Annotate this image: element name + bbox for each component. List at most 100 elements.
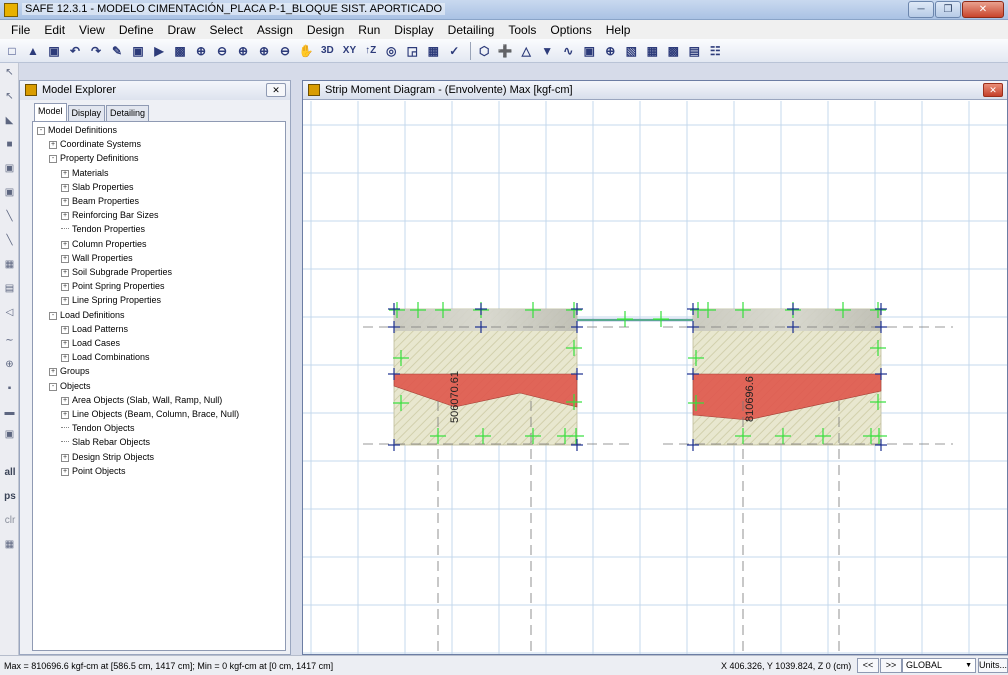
check-icon[interactable]: ✓ <box>445 42 463 60</box>
save-icon[interactable]: ▣ <box>45 42 63 60</box>
point-marker[interactable] <box>617 311 633 327</box>
design-results-icon[interactable]: ▦ <box>643 42 661 60</box>
expand-icon[interactable]: + <box>61 396 69 405</box>
point-marker[interactable] <box>653 311 669 327</box>
tree-item[interactable]: - Property Definitions <box>49 152 139 164</box>
draw-ramp-icon[interactable]: ◁ <box>2 305 17 320</box>
nav-prev-button[interactable]: << <box>857 658 879 673</box>
tree-item[interactable]: + Line Spring Properties <box>61 294 161 306</box>
expand-icon[interactable]: + <box>61 354 69 363</box>
redo-icon[interactable]: ↷ <box>87 42 105 60</box>
tree-item[interactable]: - Load Definitions <box>49 309 125 321</box>
run-icon[interactable]: ▶ <box>150 42 168 60</box>
collapse-icon[interactable]: - <box>49 382 57 391</box>
undo-icon[interactable]: ↶ <box>66 42 84 60</box>
strip-forces-icon[interactable]: ▣ <box>580 42 598 60</box>
zoom-previous-icon[interactable]: ⊕ <box>234 42 252 60</box>
view-z-button[interactable]: ↑Z <box>362 42 379 60</box>
tree-item[interactable]: + Wall Properties <box>61 252 133 264</box>
expand-icon[interactable]: + <box>61 411 69 419</box>
new-file-icon[interactable]: □ <box>3 42 21 60</box>
draw-design-strip-icon[interactable]: ▬ <box>2 405 17 420</box>
tree-item[interactable]: + Column Properties <box>61 238 147 250</box>
tree-item[interactable]: + Slab Properties <box>61 181 134 193</box>
expand-icon[interactable]: + <box>61 169 69 178</box>
pan-icon[interactable]: ✋ <box>297 42 315 60</box>
menu-file[interactable]: File <box>4 23 37 37</box>
menu-view[interactable]: View <box>72 23 112 37</box>
zoom-window-icon[interactable]: ▩ <box>171 42 189 60</box>
deformed-shape-icon[interactable]: ⬡ <box>475 42 493 60</box>
tree-item[interactable]: + Groups <box>49 365 90 377</box>
expand-icon[interactable]: + <box>61 269 69 277</box>
menu-help[interactable]: Help <box>599 23 638 37</box>
tree-item[interactable]: Tendon Properties <box>61 223 145 235</box>
expand-icon[interactable]: + <box>61 297 69 306</box>
tree-item[interactable]: + Materials <box>61 167 109 179</box>
zoom-in-icon[interactable]: ⊕ <box>192 42 210 60</box>
expand-icon[interactable]: + <box>61 198 69 206</box>
model-canvas[interactable]: 506070.61 810696.6 <box>303 101 1007 654</box>
zoom-out-icon[interactable]: ⊖ <box>213 42 231 60</box>
zoom-reset-icon[interactable]: ⊖ <box>276 42 294 60</box>
tree-item[interactable]: + Load Patterns <box>61 323 128 335</box>
draw-dimension-icon[interactable]: ⊕ <box>2 357 17 372</box>
expand-icon[interactable]: + <box>61 340 69 348</box>
zoom-fit-icon[interactable]: ⊕ <box>255 42 273 60</box>
expand-icon[interactable]: + <box>61 183 69 192</box>
tree-item[interactable]: Slab Rebar Objects <box>61 436 150 448</box>
tree-item[interactable]: + Reinforcing Bar Sizes <box>61 209 159 221</box>
select-all-button[interactable]: all <box>1 467 19 478</box>
triangle-icon[interactable]: △ <box>517 42 535 60</box>
expand-icon[interactable]: + <box>61 254 69 263</box>
minimize-icon[interactable]: ─ <box>908 1 934 18</box>
previous-selection-button[interactable]: ps <box>1 491 19 502</box>
open-folder-icon[interactable]: ▲ <box>24 42 42 60</box>
select-intersecting-icon[interactable]: ▣ <box>2 427 17 442</box>
tree-item[interactable]: + Beam Properties <box>61 195 139 207</box>
footing-right[interactable] <box>692 308 882 446</box>
tree-item[interactable]: + Area Objects (Slab, Wall, Ramp, Null) <box>61 394 222 406</box>
menu-options[interactable]: Options <box>543 23 598 37</box>
collapse-icon[interactable]: - <box>49 155 57 164</box>
close-icon[interactable]: ✕ <box>962 1 1004 18</box>
menu-detailing[interactable]: Detailing <box>441 23 502 37</box>
tree-item[interactable]: + Point Objects <box>61 465 126 477</box>
draw-wall-icon[interactable]: ▦ <box>2 257 17 272</box>
draw-slab-icon[interactable]: ◣ <box>2 113 17 128</box>
menu-tools[interactable]: Tools <box>501 23 543 37</box>
clear-selection-button[interactable]: clr <box>1 515 19 526</box>
tree-item[interactable]: Tendon Objects <box>61 422 135 434</box>
collapse-icon[interactable]: - <box>37 127 45 135</box>
pencil-icon[interactable]: ✎ <box>108 42 126 60</box>
expand-icon[interactable]: + <box>49 141 57 150</box>
menu-design[interactable]: Design <box>300 23 351 37</box>
expand-icon[interactable]: + <box>61 283 69 292</box>
tree-item[interactable]: + Line Objects (Beam, Column, Brace, Null… <box>61 408 239 420</box>
menu-assign[interactable]: Assign <box>250 23 300 37</box>
menu-display[interactable]: Display <box>387 23 440 37</box>
rebar-icon[interactable]: ▧ <box>622 42 640 60</box>
reactions-icon[interactable]: ▼ <box>538 42 556 60</box>
menu-run[interactable]: Run <box>351 23 387 37</box>
draw-tendon-icon[interactable]: ∼ <box>2 333 17 348</box>
view-xy-button[interactable]: XY <box>340 42 359 60</box>
menu-select[interactable]: Select <box>203 23 250 37</box>
tree-item[interactable]: + Load Cases <box>61 337 120 349</box>
tab-display[interactable]: Display <box>67 105 106 121</box>
draw-strip-icon[interactable]: ▤ <box>2 281 17 296</box>
tree-item[interactable]: + Load Combinations <box>61 351 150 363</box>
draw-rectangle-icon[interactable]: ■ <box>2 137 17 152</box>
object-shrink-icon[interactable]: ▦ <box>424 42 442 60</box>
draw-column-icon[interactable]: ▣ <box>2 161 17 176</box>
tree-item[interactable]: + Coordinate Systems <box>49 138 141 150</box>
reshape-icon[interactable]: ↖ <box>2 89 17 104</box>
snap-options-icon[interactable]: ▦ <box>2 537 17 552</box>
tables-icon[interactable]: ▤ <box>685 42 703 60</box>
tab-detailing[interactable]: Detailing <box>106 105 150 121</box>
view-3d-button[interactable]: 3D <box>318 42 337 60</box>
tree-item[interactable]: + Design Strip Objects <box>61 451 154 463</box>
expand-icon[interactable]: + <box>61 240 69 249</box>
detailing-icon[interactable]: ▩ <box>664 42 682 60</box>
draw-beam-icon[interactable]: ╲ <box>2 233 17 248</box>
